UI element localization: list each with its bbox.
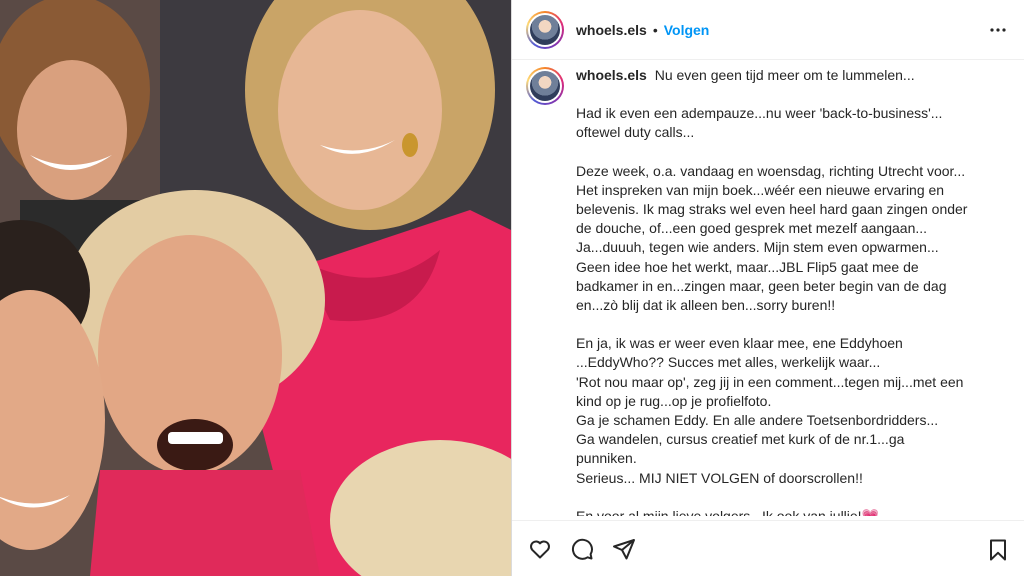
author-avatar[interactable] xyxy=(526,10,564,49)
caption-first-line: whoels.els Nu even geen tijd meer om te … xyxy=(576,66,1006,85)
header-separator: • xyxy=(652,21,658,38)
group-selfie-image xyxy=(0,0,511,576)
caption-paragraph-3: En ja, ik was er weer even klaar mee, en… xyxy=(576,335,964,486)
caption-paragraph-1: Had ik even een adempauze...nu weer 'bac… xyxy=(576,105,943,141)
caption-username[interactable]: whoels.els xyxy=(576,67,647,83)
caption-text: whoels.els Nu even geen tijd meer om te … xyxy=(576,66,1006,516)
share-icon[interactable] xyxy=(612,537,636,561)
instagram-post: whoels.els • Volgen whoels.els Nu even g… xyxy=(0,0,1024,576)
comment-icon[interactable] xyxy=(570,537,594,561)
post-side-panel: whoels.els • Volgen whoels.els Nu even g… xyxy=(511,0,1024,576)
caption-paragraph-4: En voor al mijn lieve volgers...Ik ook v… xyxy=(576,507,1006,516)
post-photo[interactable] xyxy=(0,0,511,576)
more-options-icon[interactable] xyxy=(986,18,1010,42)
post-actions-bar xyxy=(512,520,1024,576)
heart-icon[interactable] xyxy=(528,537,552,561)
caption-headline: Nu even geen tijd meer om te lummelen... xyxy=(654,67,915,83)
bookmark-icon[interactable] xyxy=(986,538,1010,562)
author-username[interactable]: whoels.els xyxy=(576,22,647,38)
caption-avatar[interactable] xyxy=(526,67,564,105)
caption-closing-text: En voor al mijn lieve volgers...Ik ook v… xyxy=(576,507,862,516)
follow-button[interactable]: Volgen xyxy=(664,22,710,38)
caption-paragraph-2: Deze week, o.a. vandaag en woensdag, ric… xyxy=(576,162,968,314)
post-header: whoels.els • Volgen xyxy=(512,0,1024,60)
pink-heart-emoji: 💗 xyxy=(861,507,880,516)
post-caption: whoels.els Nu even geen tijd meer om te … xyxy=(526,66,1016,516)
